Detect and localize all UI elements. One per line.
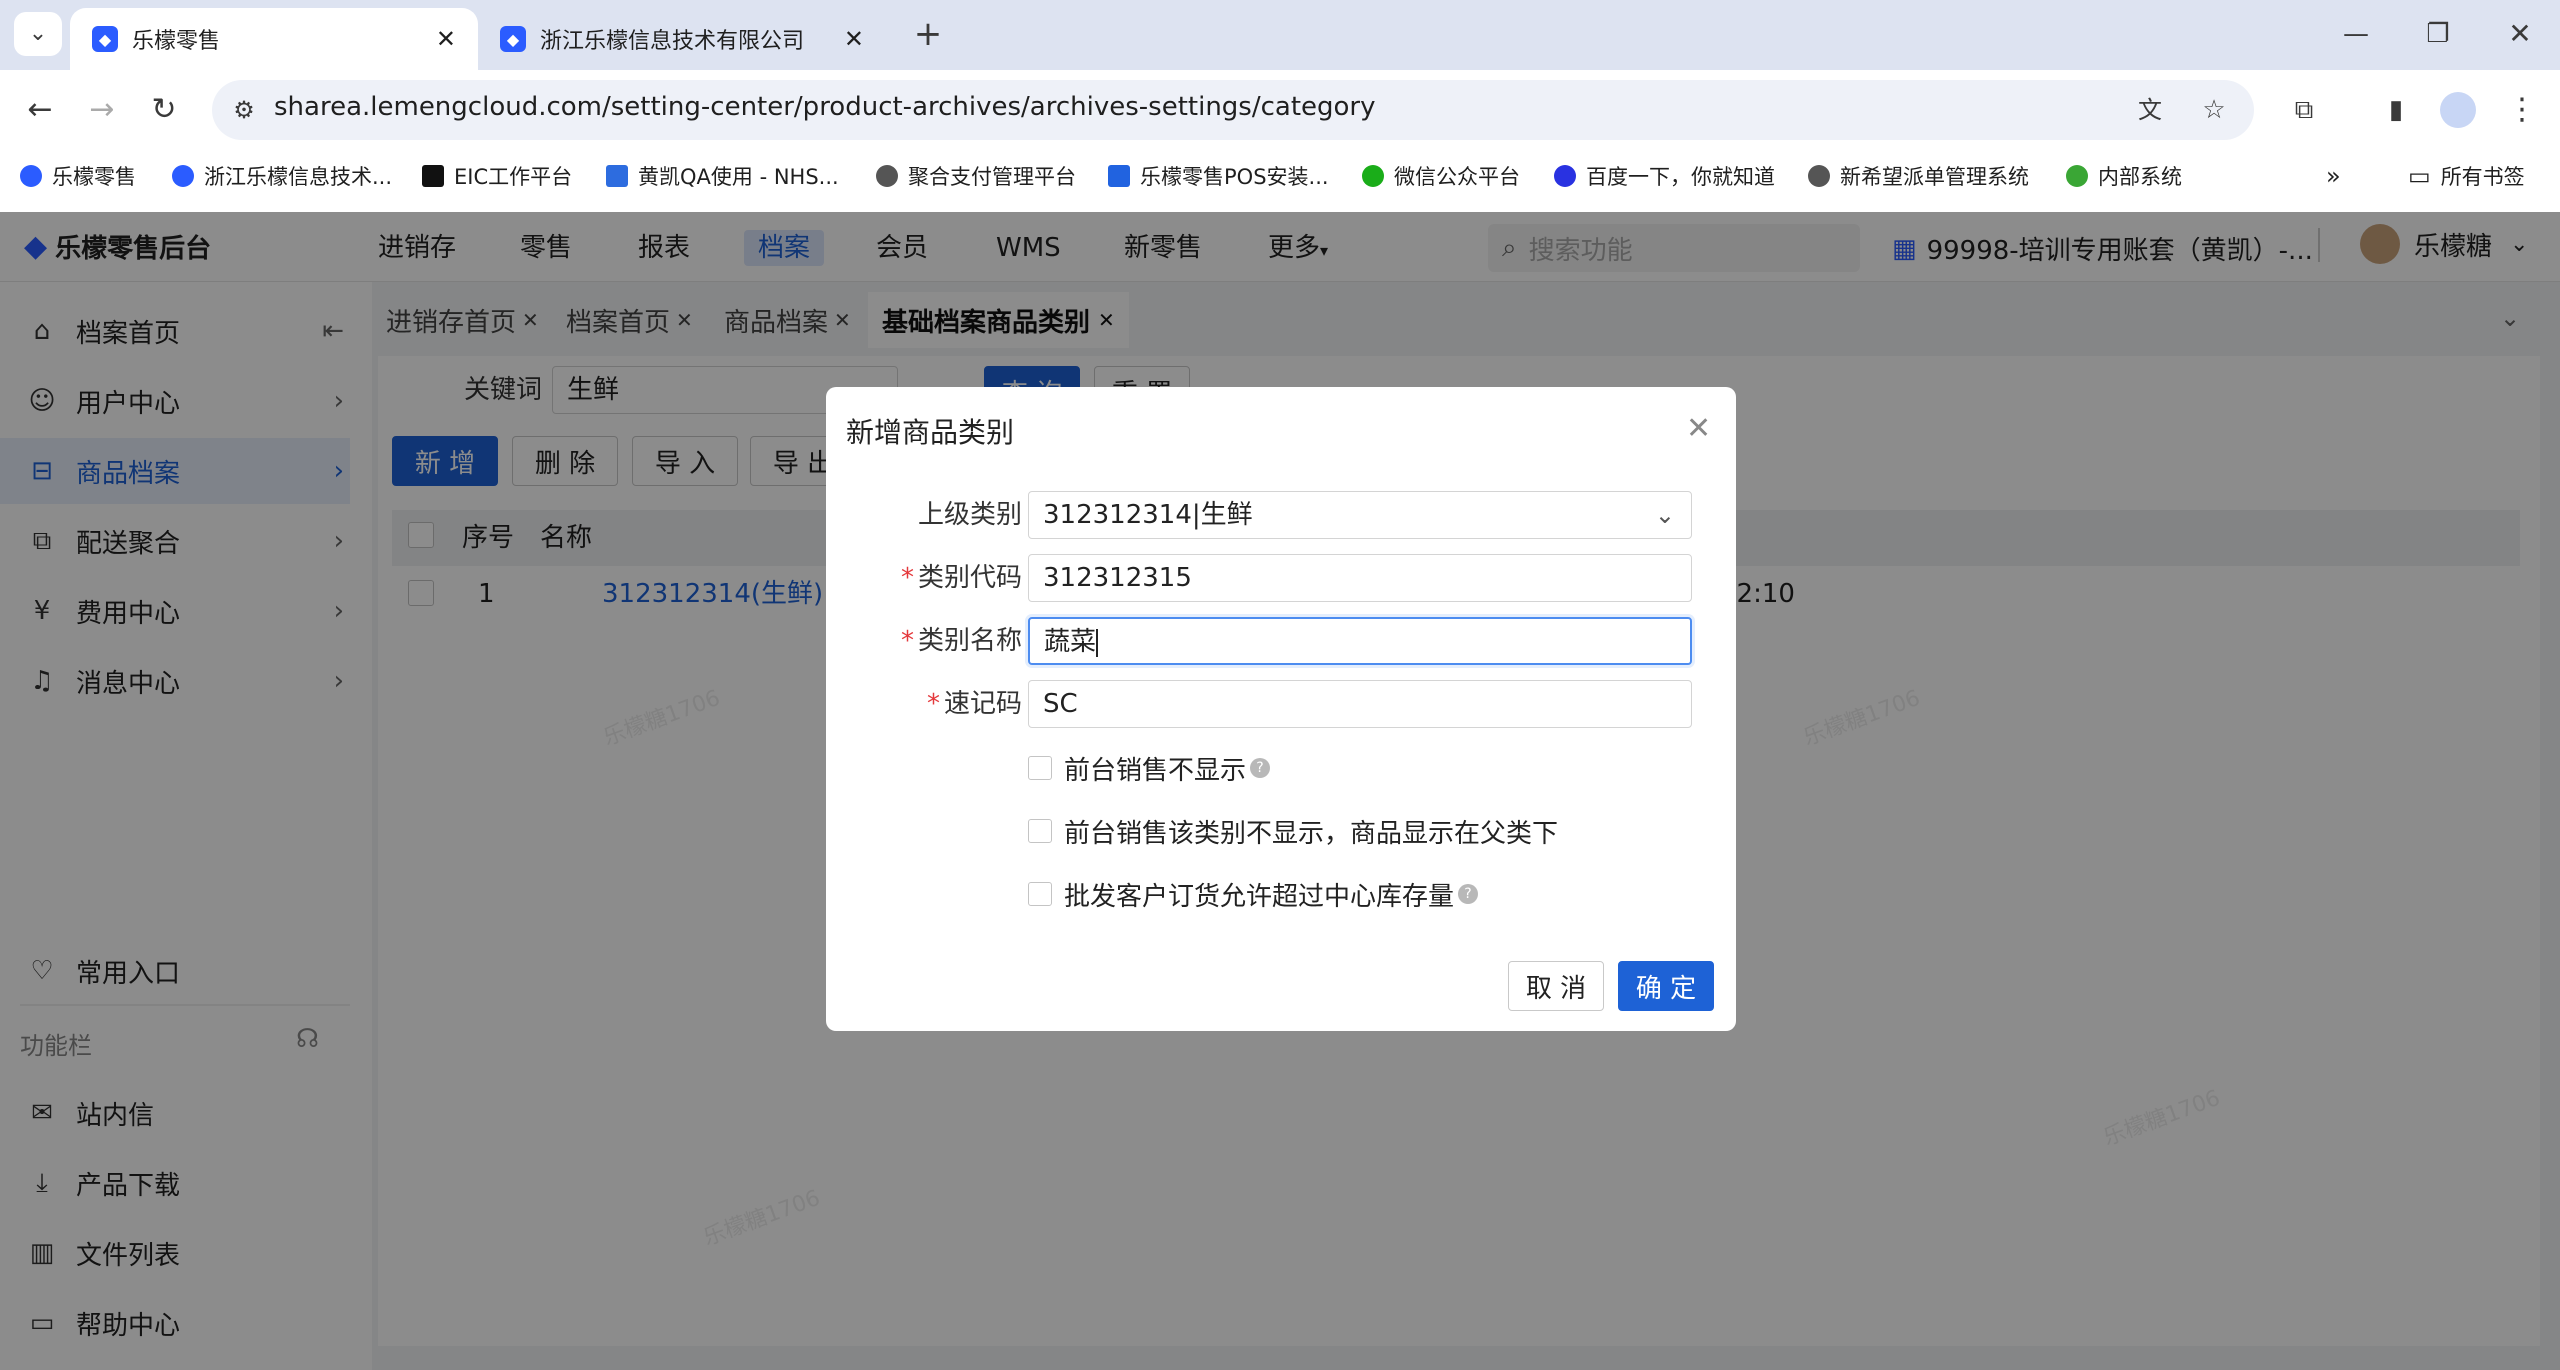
extensions-icon[interactable]: ⧉ <box>2284 90 2324 130</box>
address-bar[interactable]: ⚙ sharea.lemengcloud.com/setting-center/… <box>212 80 2254 140</box>
bookmark-favicon-icon <box>1808 165 1830 187</box>
all-bookmarks-label: 所有书签 <box>2440 165 2525 189</box>
confirm-button[interactable]: 确 定 <box>1618 961 1714 1011</box>
all-bookmarks[interactable]: ▭ 所有书签 <box>2408 158 2525 194</box>
bookmark-label: 百度一下，你就知道 <box>1586 165 1775 189</box>
bookmark-favicon-icon <box>1554 165 1576 187</box>
checkbox[interactable] <box>1028 882 1052 906</box>
required-mark: * <box>900 563 914 593</box>
required-mark: * <box>926 689 940 719</box>
lemeng-logo-icon: ◆ <box>500 26 526 52</box>
category-code-input[interactable]: 312312315 <box>1028 554 1692 602</box>
checkbox-label: 前台销售该类别不显示，商品显示在父类下 <box>1064 818 1559 849</box>
bookmark-favicon-icon <box>1362 165 1384 187</box>
minimize-icon[interactable]: — <box>2336 14 2376 54</box>
folder-icon: ▭ <box>2408 162 2431 190</box>
bookmark-item[interactable]: 乐檬零售 <box>20 158 136 194</box>
bookmark-label: 乐檬零售 <box>52 165 136 189</box>
bookmark-label: 微信公众平台 <box>1394 165 1520 189</box>
checkbox[interactable] <box>1028 756 1052 780</box>
bookmark-favicon-icon <box>2066 165 2088 187</box>
field-label-text: 类别代码 <box>917 563 1022 593</box>
bookmark-favicon-icon <box>1108 165 1130 187</box>
bookmark-item[interactable]: 聚合支付管理平台 <box>876 158 1076 194</box>
bookmark-label: 浙江乐檬信息技术... <box>204 165 393 189</box>
bookmark-label: 新希望派单管理系统 <box>1840 165 2029 189</box>
bookmark-label: 聚合支付管理平台 <box>908 165 1076 189</box>
bookmark-favicon-icon <box>172 165 194 187</box>
bookmark-favicon-icon <box>606 165 628 187</box>
bookmark-item[interactable]: 浙江乐檬信息技术... <box>172 158 392 194</box>
bookmark-item[interactable]: 百度一下，你就知道 <box>1554 158 1775 194</box>
field-label-text: 速记码 <box>943 689 1022 719</box>
input-value: 蔬菜 <box>1044 627 1097 657</box>
dialog-title: 新增商品类别 <box>846 416 1015 449</box>
close-icon[interactable]: ✕ <box>1686 411 1711 447</box>
lemeng-logo-icon: ◆ <box>92 26 118 52</box>
bookmark-label: 内部系统 <box>2098 165 2182 189</box>
checkbox-label: 前台销售不显示 <box>1064 755 1247 786</box>
field-label: * 类别名称 <box>826 617 1022 665</box>
browser-tab[interactable]: ◆ 浙江乐檬信息技术有限公司 ✕ <box>478 8 886 70</box>
translate-icon[interactable]: 文 <box>2132 90 2168 130</box>
help-icon[interactable]: ? <box>1458 884 1479 904</box>
bookmark-item[interactable]: EIC工作平台 <box>422 158 572 194</box>
field-label: * 速记码 <box>826 680 1022 728</box>
add-category-dialog: 新增商品类别 ✕ 上级类别 312312314|生鲜 ⌄ * 类别代码 31231… <box>826 387 1736 1031</box>
forward-icon[interactable]: → <box>82 90 122 130</box>
profile-avatar-icon[interactable] <box>2440 92 2476 128</box>
restore-icon[interactable]: ❐ <box>2418 14 2458 54</box>
site-info-icon[interactable]: ⚙ <box>226 90 262 130</box>
window-close-icon[interactable]: ✕ <box>2500 14 2540 54</box>
close-tab-icon[interactable]: ✕ <box>844 25 864 53</box>
bookmark-label: 乐檬零售POS安装... <box>1140 165 1329 189</box>
bookmark-item[interactable]: 内部系统 <box>2066 158 2182 194</box>
bookmark-label: EIC工作平台 <box>454 165 573 189</box>
tab-title: 浙江乐檬信息技术有限公司 <box>540 29 805 54</box>
bookmark-item[interactable]: 乐檬零售POS安装... <box>1108 158 1329 194</box>
bookmark-item[interactable]: 黄凯QA使用 - NHS... <box>606 158 839 194</box>
checkbox-hide-in-pos[interactable]: 前台销售不显示? <box>1028 748 1271 788</box>
bookmark-favicon-icon <box>20 165 42 187</box>
tab-title: 乐檬零售 <box>132 29 221 54</box>
field-label: * 类别代码 <box>826 554 1022 602</box>
help-icon[interactable]: ? <box>1250 758 1271 778</box>
menu-kebab-icon[interactable]: ⋮ <box>2502 90 2542 130</box>
category-name-input[interactable]: 蔬菜 <box>1028 617 1692 665</box>
bookmark-favicon-icon <box>422 165 444 187</box>
bookmark-favicon-icon <box>876 165 898 187</box>
new-tab-icon[interactable]: + <box>906 14 950 54</box>
parent-category-select[interactable]: 312312314|生鲜 ⌄ <box>1028 491 1692 539</box>
close-tab-icon[interactable]: ✕ <box>436 25 456 53</box>
more-bookmarks-icon[interactable]: » <box>2326 158 2341 194</box>
side-panel-icon[interactable]: ▮ <box>2376 90 2416 130</box>
browser-tab-active[interactable]: ◆ 乐檬零售 ✕ <box>70 8 478 70</box>
text-cursor <box>1096 628 1099 657</box>
checkbox[interactable] <box>1028 819 1052 843</box>
checkbox-allow-exceed-stock[interactable]: 批发客户订货允许超过中心库存量? <box>1028 874 1479 914</box>
field-label-text: 类别名称 <box>917 626 1022 656</box>
reload-icon[interactable]: ↻ <box>144 90 184 130</box>
checkbox-label: 批发客户订货允许超过中心库存量 <box>1064 881 1455 912</box>
field-label: 上级类别 <box>826 491 1022 539</box>
bookmark-label: 黄凯QA使用 - NHS... <box>638 165 839 189</box>
bookmark-item[interactable]: 微信公众平台 <box>1362 158 1520 194</box>
field-label-text: 上级类别 <box>917 500 1022 530</box>
select-value: 312312314|生鲜 <box>1043 500 1253 530</box>
bookmark-item[interactable]: 新希望派单管理系统 <box>1808 158 2029 194</box>
checkbox-hide-category-show-parent[interactable]: 前台销售该类别不显示，商品显示在父类下 <box>1028 811 1558 851</box>
required-mark: * <box>900 626 914 656</box>
tab-search-chevron-icon[interactable]: ⌄ <box>14 12 62 56</box>
cancel-button[interactable]: 取 消 <box>1508 961 1604 1011</box>
back-icon[interactable]: ← <box>20 90 60 130</box>
chevron-down-icon: ⌄ <box>1654 501 1675 529</box>
shorthand-code-input[interactable]: SC <box>1028 680 1692 728</box>
bookmark-star-icon[interactable]: ☆ <box>2196 90 2232 130</box>
url-text: sharea.lemengcloud.com/setting-center/pr… <box>274 92 1376 122</box>
